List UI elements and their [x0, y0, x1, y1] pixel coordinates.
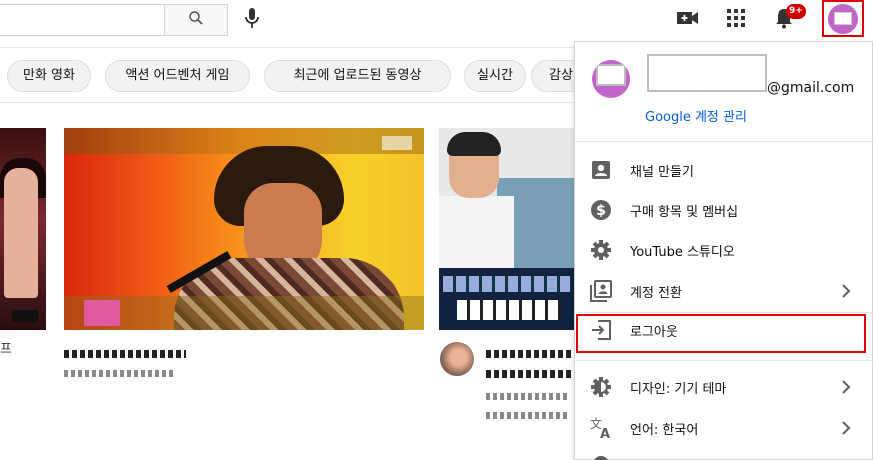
microphone-icon	[244, 7, 260, 33]
video-thumbnail[interactable]	[439, 128, 575, 330]
next-item-partial-icon	[593, 456, 609, 460]
channel-avatar[interactable]	[440, 342, 474, 376]
account-header: @gmail.com Google 계정 관리	[575, 42, 873, 142]
menu-item-label: 계정 전환	[630, 286, 682, 301]
video-title-redacted[interactable]	[486, 370, 574, 378]
menu-item-purchases[interactable]: $ 구매 항목 및 멤버십	[575, 190, 873, 230]
video-meta-redacted	[486, 412, 568, 419]
svg-text:$: $	[596, 203, 606, 219]
dollar-circle-icon: $	[589, 198, 613, 222]
apps-grid-icon	[727, 9, 745, 31]
menu-item-label: 채널 만들기	[630, 165, 694, 180]
menu-item-studio[interactable]: YouTube 스튜디오	[575, 230, 873, 270]
create-video-button[interactable]	[674, 6, 702, 34]
menu-item-label: 언어: 한국어	[630, 423, 699, 438]
divider	[575, 360, 873, 361]
translate-icon: 文A	[589, 416, 613, 440]
switch-account-icon	[589, 279, 613, 303]
avatar	[592, 60, 630, 98]
email-redacted	[647, 54, 767, 92]
chevron-right-icon	[835, 280, 857, 302]
chip-2[interactable]: 최근에 업로드된 동영상	[264, 60, 451, 92]
video-meta-redacted	[486, 393, 568, 400]
account-box-icon	[589, 158, 613, 182]
chip-1[interactable]: 액션 어드벤처 게임	[105, 60, 250, 92]
avatar-highlight-frame	[822, 0, 864, 37]
search-button[interactable]	[164, 4, 228, 36]
video-title-fragment: 프	[0, 342, 12, 357]
menu-item-switch-account[interactable]: 계정 전환	[575, 271, 873, 311]
email-domain: @gmail.com	[767, 80, 855, 96]
video-thumbnail[interactable]	[0, 128, 46, 330]
menu-item-label: YouTube 스튜디오	[630, 245, 735, 260]
avatar-button[interactable]	[828, 3, 858, 34]
chevron-right-icon	[835, 376, 857, 398]
menu-item-appearance[interactable]: 디자인: 기기 테마	[575, 367, 873, 407]
apps-button[interactable]	[722, 6, 750, 34]
menu-item-label: 구매 항목 및 멤버십	[630, 205, 739, 220]
masthead: 9+	[0, 0, 873, 40]
chevron-right-icon	[835, 417, 857, 439]
logout-highlight-frame	[576, 314, 866, 353]
search-input[interactable]	[0, 4, 164, 36]
video-meta-redacted	[64, 370, 174, 377]
gear-icon	[589, 238, 613, 262]
video-camera-plus-icon	[677, 10, 699, 30]
theme-icon	[589, 375, 613, 399]
manage-account-link[interactable]: Google 계정 관리	[645, 106, 747, 125]
svg-text:A: A	[600, 427, 610, 439]
video-thumbnail[interactable]	[64, 128, 424, 330]
video-title-redacted[interactable]	[486, 350, 574, 358]
video-title-redacted[interactable]	[64, 350, 186, 358]
notification-badge: 9+	[786, 4, 806, 19]
menu-item-label: 디자인: 기기 테마	[630, 382, 727, 397]
account-menu: @gmail.com Google 계정 관리 채널 만들기 $ 구매 항목 및…	[574, 41, 873, 460]
chip-3[interactable]: 실시간	[464, 60, 526, 92]
voice-search-button[interactable]	[238, 4, 266, 36]
menu-item-language[interactable]: 文A 언어: 한국어	[575, 408, 873, 448]
chip-0[interactable]: 만화 영화	[7, 60, 91, 92]
menu-item-create-channel[interactable]: 채널 만들기	[575, 150, 873, 190]
search-icon	[187, 9, 205, 31]
